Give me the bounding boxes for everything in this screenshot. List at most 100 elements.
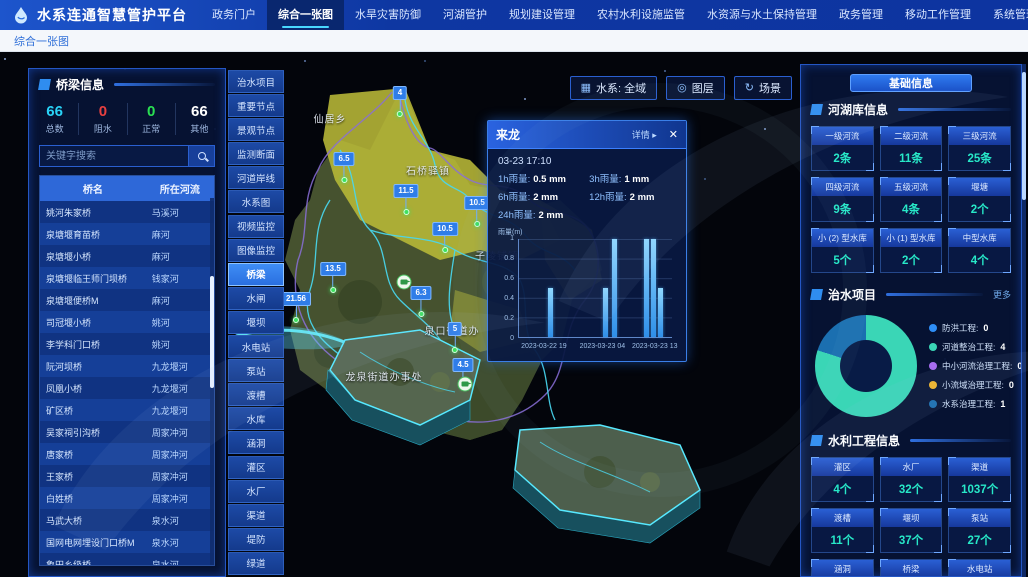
camera-icon[interactable] — [397, 275, 412, 290]
layer-menu-item[interactable]: 水库 — [228, 407, 284, 430]
table-scrollbar-thumb[interactable] — [210, 276, 214, 388]
layer-menu-item[interactable]: 重要节点 — [228, 94, 284, 117]
gauge-value-badge: 10.5 — [464, 196, 490, 210]
layer-menu-item[interactable]: 监测断面 — [228, 142, 284, 165]
layer-menu-item[interactable]: 涵洞 — [228, 431, 284, 454]
right-scrollbar-thumb[interactable] — [1022, 72, 1026, 200]
map-control-button[interactable]: ↻ 场景 — [734, 76, 792, 100]
table-row[interactable]: 李学科门口桥 姚河 — [40, 333, 214, 355]
layer-menu-item[interactable]: 水闸 — [228, 287, 284, 310]
bridge-name-cell: 泉塘堰便桥M — [40, 289, 146, 311]
search-icon — [198, 152, 206, 160]
nav-item[interactable]: 综合一张图 — [267, 0, 344, 30]
marker-pin-line — [296, 306, 297, 317]
layer-menu-item[interactable]: 治水项目 — [228, 70, 284, 93]
tile-label: 二级河流 — [881, 127, 942, 145]
nav-item[interactable]: 系统管理 — [982, 0, 1028, 30]
gauge-marker[interactable]: 10.5 — [464, 196, 490, 227]
search-input[interactable] — [39, 145, 189, 167]
bridge-info-panel: 桥梁信息 66 总数 0 阻水 0 正常 66 其他 — [28, 68, 226, 577]
table-row[interactable]: 泉塘堰小桥 麻河 — [40, 245, 214, 267]
gauge-marker[interactable]: 11.5 — [393, 184, 418, 215]
layer-menu-item[interactable]: 视频监控 — [228, 215, 284, 238]
nav-item[interactable]: 水旱灾害防御 — [344, 0, 432, 30]
gauge-marker[interactable]: 21.56 — [281, 292, 311, 323]
gauge-marker[interactable]: 5 — [448, 322, 462, 353]
bridge-table-header: 桥名所在河流 — [40, 176, 214, 201]
breadcrumb[interactable]: 综合一张图 — [14, 33, 69, 49]
table-row[interactable]: 矿区桥 九龙堰河 — [40, 399, 214, 421]
table-row[interactable]: 阮河坝桥 九龙堰河 — [40, 355, 214, 377]
stat-tile: 二级河流 11条 — [880, 126, 943, 171]
layer-menu-item[interactable]: 水厂 — [228, 480, 284, 503]
tile-value: 4条 — [881, 196, 942, 221]
table-row[interactable]: 司冠堰小桥 姚河 — [40, 311, 214, 333]
layer-menu-item[interactable]: 景观节点 — [228, 118, 284, 141]
basic-info-tab[interactable]: 基础信息 — [850, 74, 972, 92]
right-scrollbar-track — [1022, 64, 1026, 577]
nav-item[interactable]: 水资源与水土保持管理 — [696, 0, 828, 30]
nav-item[interactable]: 河湖管护 — [432, 0, 498, 30]
river-name-cell: 周家冲河 — [146, 487, 214, 509]
table-row[interactable]: 王家桥 周家冲河 — [40, 465, 214, 487]
layer-menu-item[interactable]: 堰坝 — [228, 311, 284, 334]
layer-menu-item[interactable]: 绿道 — [228, 552, 284, 575]
nav-item[interactable]: 规划建设管理 — [498, 0, 586, 30]
search-button[interactable] — [189, 145, 215, 167]
legend-dot — [929, 381, 937, 389]
table-row[interactable]: 泉塘堰育苗桥 麻河 — [40, 223, 214, 245]
layer-menu-item[interactable]: 泵站 — [228, 359, 284, 382]
layer-menu-item[interactable]: 灌区 — [228, 456, 284, 479]
table-row[interactable]: 白姓桥 周家冲河 — [40, 487, 214, 509]
legend-label: 河道整治工程 — [942, 341, 995, 353]
column-header: 桥名 — [40, 176, 146, 201]
nav-item[interactable]: 政务管理 — [828, 0, 894, 30]
tile-label: 五级河流 — [881, 178, 942, 196]
table-row[interactable]: 国网电网埋设门口桥M 泉水河 — [40, 531, 214, 553]
popup-detail-link[interactable]: 详情 — [632, 128, 657, 141]
close-icon[interactable]: ✕ — [669, 128, 678, 141]
stat-label: 正常 — [128, 122, 175, 135]
layer-menu-item[interactable]: 河道岸线 — [228, 166, 284, 189]
layer-menu-item[interactable]: 图像监控 — [228, 239, 284, 262]
bridge-table-body: 姚河朱家桥 马溪河 泉塘堰育苗桥 麻河 泉塘堰小桥 麻河 泉塘堰临王师门坝桥 钱… — [40, 201, 214, 566]
app-title: 水系连通智慧管护平台 — [37, 5, 187, 25]
gauge-marker[interactable]: 10.5 — [432, 222, 458, 253]
table-row[interactable]: 姚河朱家桥 马溪河 — [40, 201, 214, 223]
map-control-button[interactable]: ◎ 图层 — [666, 76, 725, 100]
layer-menu-item[interactable]: 渠道 — [228, 504, 284, 527]
table-row[interactable]: 吴家祠引沟桥 周家冲河 — [40, 421, 214, 443]
gauge-marker[interactable]: 6.5 — [333, 152, 354, 183]
map-control-button[interactable]: ▦ 水系: 全域 — [570, 76, 658, 100]
table-row[interactable]: 泉塘堰便桥M 麻河 — [40, 289, 214, 311]
tile-value: 5个 — [812, 247, 873, 272]
table-row[interactable]: 马武大桥 泉水河 — [40, 509, 214, 531]
nav-item[interactable]: 政务门户 — [201, 0, 267, 30]
table-row[interactable]: 凤凰小桥 九龙堰河 — [40, 377, 214, 399]
nav-item[interactable]: 移动工作管理 — [894, 0, 982, 30]
y-tick: 1 — [496, 235, 514, 242]
layer-menu-item[interactable]: 水系图 — [228, 190, 284, 213]
table-row[interactable]: 象田乡级桥 泉水河 — [40, 553, 214, 566]
nav-item[interactable]: 农村水利设施监管 — [586, 0, 696, 30]
marker-pin-line — [344, 166, 345, 177]
marker-dot — [341, 177, 347, 183]
layer-menu-item[interactable]: 堤防 — [228, 528, 284, 551]
camera-icon[interactable] — [458, 377, 473, 392]
project-more-link[interactable]: 更多 — [993, 288, 1011, 301]
section-line — [898, 108, 1011, 111]
metric-value: 0.5 mm — [533, 174, 566, 185]
map-controls: ▦ 水系: 全域 ◎ 图层 ↻ 场景 — [570, 76, 792, 100]
stat-tile: 中型水库 4个 — [948, 228, 1011, 273]
river-name-cell: 周家冲河 — [146, 443, 214, 465]
gauge-marker[interactable]: 4 — [393, 86, 407, 117]
gauge-marker[interactable]: 6.3 — [410, 286, 431, 317]
table-row[interactable]: 唐家桥 周家冲河 — [40, 443, 214, 465]
table-row[interactable]: 泉塘堰临王师门坝桥 钱家河 — [40, 267, 214, 289]
bridge-name-cell: 姚河朱家桥 — [40, 201, 146, 223]
layer-menu-item[interactable]: 水电站 — [228, 335, 284, 358]
layer-menu-item[interactable]: 渡槽 — [228, 383, 284, 406]
layer-menu-item[interactable]: 桥梁 — [228, 263, 284, 286]
tile-value: 9条 — [812, 196, 873, 221]
gauge-marker[interactable]: 13.5 — [320, 262, 346, 293]
